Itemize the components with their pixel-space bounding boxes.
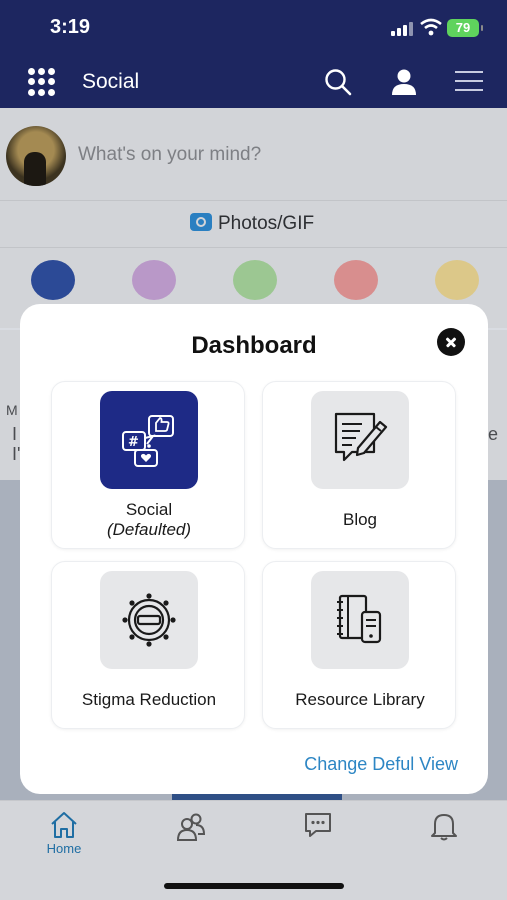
globe-icon[interactable] xyxy=(31,260,75,300)
bell-icon xyxy=(431,814,457,841)
home-icon xyxy=(51,812,77,838)
search-icon[interactable] xyxy=(324,68,352,96)
tab-notifications[interactable] xyxy=(404,811,484,841)
card-label: Resource Library xyxy=(295,690,425,709)
camera-icon xyxy=(190,213,212,231)
apps-grid-icon[interactable] xyxy=(28,68,56,96)
tab-home-label: Home xyxy=(46,841,82,856)
stigma-badge-icon xyxy=(122,593,176,647)
user-icon[interactable] xyxy=(391,68,417,96)
wifi-icon xyxy=(420,18,442,36)
lock-icon[interactable] xyxy=(132,260,176,300)
signal-icon xyxy=(391,22,413,36)
social-tile: # xyxy=(100,391,198,489)
people-icon xyxy=(176,813,206,841)
save-icon[interactable] xyxy=(334,260,378,300)
image-icon[interactable] xyxy=(233,260,277,300)
card-sublabel: (Defaulted) xyxy=(106,520,192,539)
home-indicator xyxy=(164,883,344,889)
photos-gif-label: Photos/GIF xyxy=(218,213,315,234)
post-fragment: M xyxy=(6,402,18,418)
modal-title: Dashboard xyxy=(191,332,317,359)
svg-text:#: # xyxy=(128,435,139,450)
avatar[interactable] xyxy=(6,126,66,186)
dashboard-card-social[interactable]: # Social (Defaulted) xyxy=(51,381,245,549)
newspaper-icon[interactable] xyxy=(435,260,479,300)
tab-chat[interactable] xyxy=(278,811,358,839)
hamburger-menu-icon[interactable] xyxy=(455,70,483,92)
resource-library-icon xyxy=(337,594,382,644)
composer-placeholder[interactable]: What's on your mind? xyxy=(78,144,261,166)
tab-people[interactable] xyxy=(151,811,231,841)
page-title: Social xyxy=(82,70,140,93)
resource-tile xyxy=(311,571,409,669)
change-default-view-link[interactable]: Change Deful View xyxy=(304,754,458,775)
post-fragment: e xyxy=(488,424,499,444)
card-label: Social xyxy=(125,500,173,519)
dashboard-card-blog[interactable]: Blog xyxy=(262,381,456,549)
app-header: 3:19 79 Social xyxy=(0,0,507,108)
post-fragment: I xyxy=(12,424,18,444)
chat-icon xyxy=(305,813,331,837)
blog-tile xyxy=(311,391,409,489)
battery-indicator: 79 xyxy=(447,19,483,37)
tab-home[interactable]: Home xyxy=(24,811,104,856)
stigma-tile xyxy=(100,571,198,669)
card-label: Blog xyxy=(342,510,378,529)
card-label: Stigma Reduction xyxy=(81,690,217,709)
status-time: 3:19 xyxy=(50,16,91,38)
dashboard-card-stigma-reduction[interactable]: Stigma Reduction xyxy=(51,561,245,729)
dashboard-card-resource-library[interactable]: Resource Library xyxy=(262,561,456,729)
photos-gif-button[interactable]: Photos/GIF xyxy=(0,200,507,248)
social-chat-icon: # xyxy=(122,415,174,467)
dashboard-modal: Dashboard # Social (Defaulted) Blog Stig… xyxy=(20,304,488,794)
post-composer[interactable]: What's on your mind? xyxy=(0,108,507,200)
close-icon[interactable] xyxy=(437,328,465,356)
blog-edit-icon xyxy=(334,412,388,462)
